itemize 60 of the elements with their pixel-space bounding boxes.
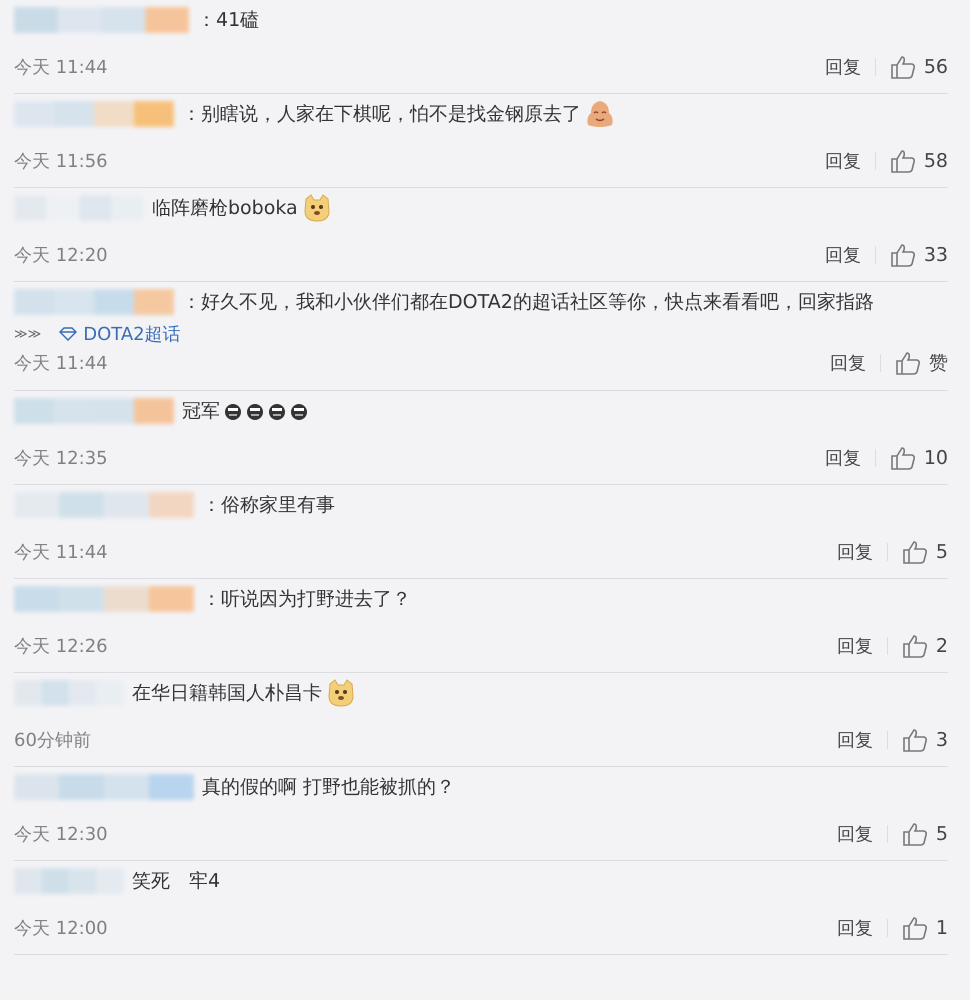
topic-link[interactable]: DOTA2超话 [59,322,181,346]
comment-time: 今天 12:35 [14,447,108,470]
dark-face-emoji-icon [268,402,286,420]
like-button[interactable]: 5 [902,540,948,564]
reply-link[interactable]: 回复 [836,916,873,940]
like-button[interactable]: 5 [902,822,948,846]
comment-time: 今天 11:44 [14,541,108,564]
like-button[interactable]: 2 [902,634,948,658]
like-button[interactable]: 56 [890,55,948,79]
thumbs-up-icon [902,634,928,658]
reply-link[interactable]: 回复 [836,822,873,846]
diamond-icon [59,327,78,341]
comment-time: 今天 11:44 [14,352,108,375]
comment-text: ：听说因为打野进去了？ [202,587,411,612]
comment-text: 笑死 牢4 [132,869,220,894]
comment-text: 临阵磨枪boboka [152,196,298,221]
smiling-blob-emoji-icon [585,99,615,129]
dog-face-emoji-icon [302,193,332,223]
like-button[interactable]: 赞 [895,350,948,376]
comment-text: 真的假的啊 打野也能被抓的？ [202,775,456,800]
thumbs-up-icon [890,55,916,79]
comment-time: 今天 12:20 [14,244,108,267]
like-button[interactable]: 33 [890,243,948,267]
like-button[interactable]: 1 [902,916,948,940]
dark-face-emoji-icon [290,402,308,420]
reply-link[interactable]: 回复 [830,351,866,375]
like-button[interactable]: 10 [890,446,948,470]
comment-time: 今天 12:26 [14,635,108,658]
comment-time: 60分钟前 [14,729,91,752]
comment-text: ：别瞎说，人家在下棋呢，怕不是找金钢原去了 [182,102,581,127]
like-button[interactable]: 3 [902,728,948,752]
thumbs-up-icon [890,243,916,267]
thumbs-up-icon [890,446,916,470]
comment-text: 冠军 [182,399,220,424]
reply-link[interactable]: 回复 [836,540,873,564]
link-arrows: ≫≫ [14,326,42,342]
thumbs-up-icon [902,728,928,752]
reply-link[interactable]: 回复 [836,634,873,658]
thumbs-up-icon [902,822,928,846]
thumbs-up-icon [895,351,921,375]
thumbs-up-icon [902,540,928,564]
comment-text: ：俗称家里有事 [202,493,335,518]
reply-link[interactable]: 回复 [836,728,873,752]
comment-text: ：好久不见，我和小伙伴们都在DOTA2的超话社区等你，快点来看看吧，回家指路 [182,290,874,315]
reply-link[interactable]: 回复 [824,243,861,267]
dark-face-emoji-icon [224,402,242,420]
reply-link[interactable]: 回复 [824,149,861,173]
comment-time: 今天 11:44 [14,56,108,79]
thumbs-up-icon [902,916,928,940]
dark-face-emoji-icon [246,402,264,420]
comment-text: 在华日籍韩国人朴昌卡 [132,681,322,706]
comment-text: ：41磕 [197,8,260,33]
comment-time: 今天 12:30 [14,823,108,846]
comment-time: 今天 11:56 [14,150,108,173]
like-button[interactable]: 58 [890,149,948,173]
reply-link[interactable]: 回复 [824,55,861,79]
reply-link[interactable]: 回复 [824,446,861,470]
comment-time: 今天 12:00 [14,917,108,940]
thumbs-up-icon [890,149,916,173]
dog-face-emoji-icon [326,678,356,708]
